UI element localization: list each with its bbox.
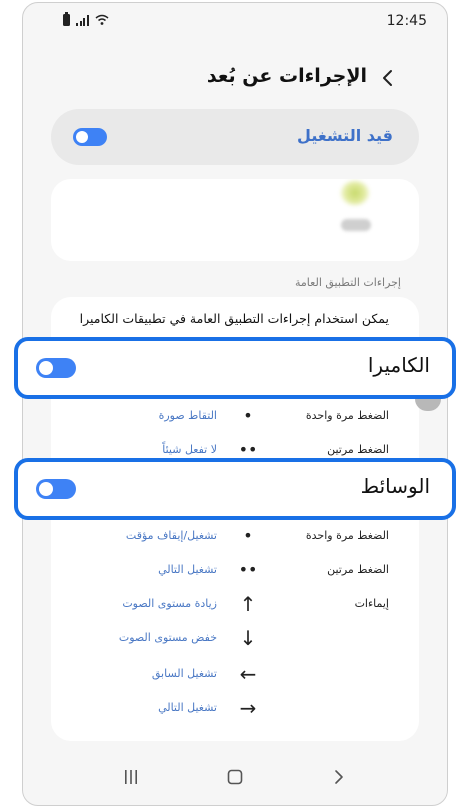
action-link[interactable]: زيادة مستوى الصوت bbox=[122, 597, 217, 610]
phone-frame: 12:45 الإجراءات عن بُعد قيد التشغيل إجرا… bbox=[22, 2, 448, 806]
page-title: الإجراءات عن بُعد bbox=[206, 65, 367, 87]
camera-toggle-card[interactable]: الكاميرا bbox=[14, 337, 456, 399]
master-toggle-label: قيد التشغيل bbox=[297, 126, 393, 145]
camera-label: الكاميرا bbox=[367, 353, 430, 377]
arrow-left-icon: ← bbox=[239, 662, 257, 686]
list-item: الضغط مرتين •• تشغيل التالي bbox=[51, 560, 419, 583]
section-label: إجراءات التطبيق العامة bbox=[295, 276, 401, 289]
toggle-knob bbox=[76, 131, 88, 143]
media-toggle-switch[interactable] bbox=[36, 479, 76, 499]
list-item: الضغط مرة واحدة • التقاط صورة bbox=[51, 406, 419, 429]
arrow-down-icon: ↓ bbox=[239, 626, 257, 650]
back-button[interactable] bbox=[375, 65, 399, 91]
double-press-icon: •• bbox=[238, 440, 258, 459]
header: الإجراءات عن بُعد bbox=[23, 63, 447, 93]
status-bar: 12:45 bbox=[23, 3, 447, 39]
media-toggle-card[interactable]: الوسائط bbox=[14, 458, 456, 520]
media-label: الوسائط bbox=[360, 474, 430, 498]
list-item: ↓ خفض مستوى الصوت bbox=[51, 626, 419, 651]
gesture-label: الضغط مرة واحدة bbox=[305, 529, 389, 542]
recents-icon bbox=[125, 770, 137, 784]
toggle-knob bbox=[39, 361, 53, 375]
arrow-up-icon: ↑ bbox=[239, 592, 257, 616]
home-button[interactable] bbox=[215, 763, 255, 791]
action-link[interactable]: تشغيل/إيقاف مؤقت bbox=[126, 529, 217, 542]
illustration-graphic-bar bbox=[341, 219, 371, 231]
illustration-card bbox=[51, 179, 419, 261]
action-link[interactable]: تشغيل التالي bbox=[158, 701, 217, 714]
camera-toggle-switch[interactable] bbox=[36, 358, 76, 378]
wifi-icon bbox=[95, 14, 108, 25]
arrow-right-icon: → bbox=[239, 696, 257, 720]
action-link[interactable]: تشغيل السابق bbox=[152, 667, 217, 680]
action-link[interactable]: التقاط صورة bbox=[159, 409, 217, 422]
description-text: يمكن استخدام إجراءات التطبيق العامة في ت… bbox=[79, 311, 389, 326]
list-item: الضغط مرة واحدة • تشغيل/إيقاف مؤقت bbox=[51, 526, 419, 549]
illustration-graphic bbox=[341, 181, 369, 205]
list-item: → تشغيل التالي bbox=[51, 696, 419, 721]
gesture-label: الضغط مرتين bbox=[327, 563, 389, 576]
navigation-bar bbox=[23, 747, 447, 805]
gesture-label: الضغط مرة واحدة bbox=[305, 409, 389, 422]
action-link[interactable]: تشغيل التالي bbox=[158, 563, 217, 576]
chevron-left-icon bbox=[383, 70, 392, 86]
master-toggle-switch[interactable] bbox=[73, 128, 107, 146]
gesture-label: الضغط مرتين bbox=[327, 443, 389, 456]
battery-icon bbox=[63, 12, 70, 26]
home-icon bbox=[227, 769, 243, 785]
signal-icon bbox=[76, 14, 89, 26]
single-press-icon: • bbox=[243, 526, 253, 545]
list-item: ← تشغيل السابق bbox=[51, 662, 419, 687]
action-link[interactable]: خفض مستوى الصوت bbox=[119, 631, 217, 644]
status-icons bbox=[63, 12, 109, 26]
master-toggle-card[interactable]: قيد التشغيل bbox=[51, 109, 419, 165]
gesture-label: إيماءات bbox=[354, 597, 389, 610]
double-press-icon: •• bbox=[238, 560, 258, 579]
action-link[interactable]: لا تفعل شيئاً bbox=[162, 443, 217, 456]
single-press-icon: • bbox=[243, 406, 253, 425]
toggle-knob bbox=[39, 482, 53, 496]
back-icon bbox=[335, 770, 343, 784]
list-item: إيماءات ↑ زيادة مستوى الصوت bbox=[51, 592, 419, 617]
back-nav-button[interactable] bbox=[319, 763, 359, 791]
recents-button[interactable] bbox=[111, 763, 151, 791]
status-time: 12:45 bbox=[386, 13, 427, 29]
